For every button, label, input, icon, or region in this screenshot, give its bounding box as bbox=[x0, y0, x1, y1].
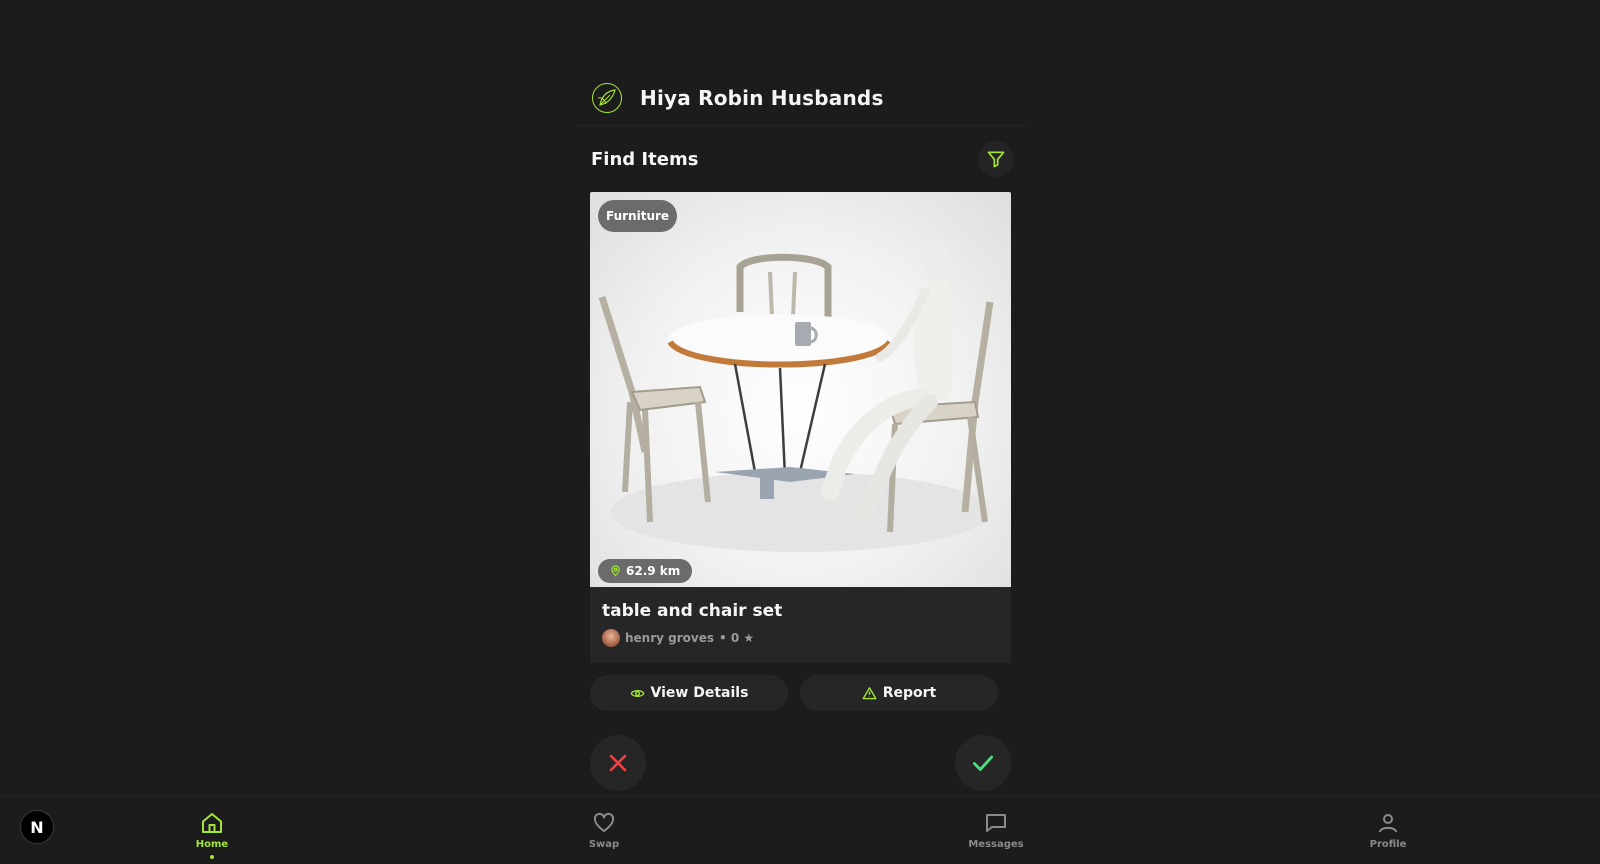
item-info: table and chair set henry groves • 0 ★ bbox=[590, 587, 1011, 663]
bottom-nav: Home Swap Messages Profile bbox=[0, 796, 1600, 864]
profile-icon bbox=[1379, 814, 1397, 833]
active-indicator bbox=[210, 855, 214, 859]
app-header: Hiya Robin Husbands bbox=[576, 70, 1028, 126]
reject-button[interactable] bbox=[590, 735, 646, 791]
filter-button[interactable] bbox=[978, 141, 1014, 177]
item-title: table and chair set bbox=[602, 601, 783, 621]
check-icon bbox=[972, 755, 994, 771]
item-actions: View Details Report bbox=[590, 675, 1028, 711]
dev-tools-badge[interactable]: N bbox=[20, 810, 54, 844]
nav-item-swap[interactable]: Swap bbox=[554, 811, 654, 850]
distance-text: 62.9 km bbox=[626, 564, 681, 578]
item-card[interactable]: Furniture 62.9 km table and chair set he… bbox=[590, 192, 1011, 663]
home-icon bbox=[202, 813, 222, 833]
nav-label-messages: Messages bbox=[968, 839, 1024, 850]
item-image[interactable]: Furniture 62.9 km bbox=[590, 192, 1011, 587]
accept-button[interactable] bbox=[955, 735, 1011, 791]
report-button[interactable]: Report bbox=[800, 675, 998, 711]
category-badge: Furniture bbox=[598, 200, 678, 232]
location-pin-icon bbox=[611, 565, 620, 577]
nav-label-profile: Profile bbox=[1369, 839, 1407, 850]
avatar bbox=[602, 629, 620, 647]
swipe-controls bbox=[590, 735, 1011, 791]
close-icon bbox=[609, 754, 627, 772]
view-details-label: View Details bbox=[650, 685, 749, 701]
heart-icon bbox=[593, 812, 615, 832]
nav-item-messages[interactable]: Messages bbox=[946, 811, 1046, 850]
owner-name: henry groves bbox=[625, 631, 714, 645]
report-label: Report bbox=[882, 685, 937, 701]
section-header: Find Items bbox=[576, 126, 1028, 192]
app-title: Hiya Robin Husbands bbox=[640, 85, 884, 110]
distance-badge: 62.9 km bbox=[598, 559, 693, 583]
nav-label-home: Home bbox=[195, 839, 229, 850]
filter-icon bbox=[987, 151, 1005, 168]
owner-rating: • 0 ★ bbox=[719, 631, 755, 645]
app-container: Hiya Robin Husbands Find Items Furniture… bbox=[576, 70, 1028, 791]
nav-item-home[interactable]: Home bbox=[162, 811, 262, 859]
warning-icon bbox=[862, 686, 877, 699]
nav-item-profile[interactable]: Profile bbox=[1338, 811, 1438, 850]
leaf-logo-icon bbox=[592, 82, 622, 113]
view-details-button[interactable]: View Details bbox=[590, 675, 788, 711]
owner-row: henry groves • 0 ★ bbox=[602, 629, 999, 647]
eye-icon bbox=[630, 689, 645, 697]
table-chair-photo bbox=[598, 242, 994, 552]
nav-label-swap: Swap bbox=[588, 839, 620, 850]
message-icon bbox=[986, 814, 1006, 832]
section-title: Find Items bbox=[591, 148, 699, 170]
